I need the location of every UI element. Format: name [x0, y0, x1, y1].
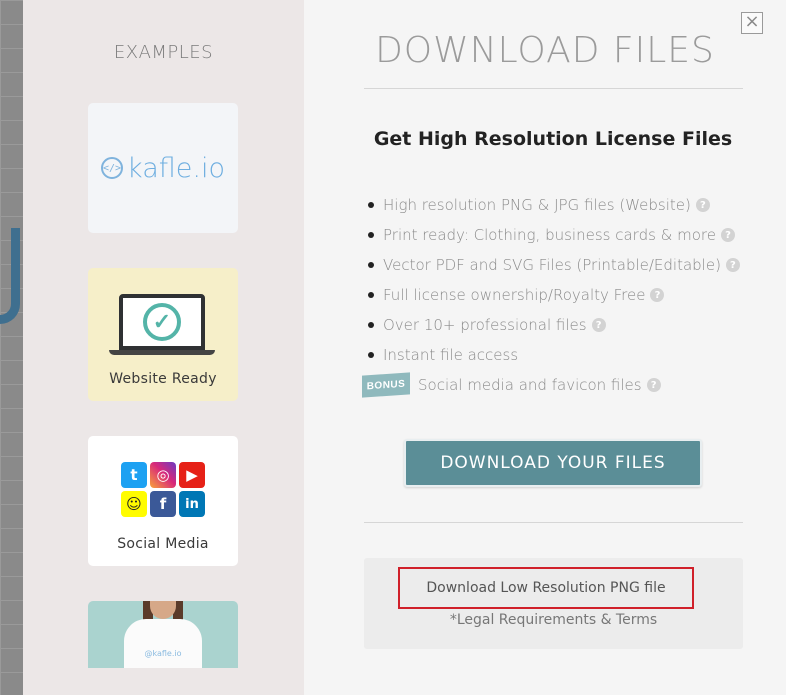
bullet-icon [368, 202, 374, 208]
close-button[interactable]: × [741, 12, 763, 34]
shirt-print: @kafle.io [144, 649, 182, 658]
instagram-icon: ◎ [150, 462, 176, 488]
feature-item: Full license ownership/Royalty Free ? [364, 280, 740, 310]
divider [364, 522, 743, 523]
feature-item: High resolution PNG & JPG files (Website… [364, 190, 740, 220]
code-icon: </> [101, 157, 124, 179]
help-icon[interactable]: ? [591, 318, 606, 332]
bullet-icon [368, 322, 374, 328]
facebook-icon: f [150, 491, 176, 517]
divider [364, 88, 743, 89]
bullet-icon [368, 352, 374, 358]
download-low-res-link[interactable]: Download Low Resolution PNG file [398, 567, 694, 609]
help-icon[interactable]: ? [646, 378, 661, 392]
feature-item: Instant file access [364, 340, 740, 370]
card-caption: Website Ready [109, 371, 217, 387]
checkmark-icon: ✓ [143, 303, 181, 341]
help-icon[interactable]: ? [721, 228, 735, 242]
feature-list: High resolution PNG & JPG files (Website… [364, 190, 740, 370]
logo-text: kafle.io [127, 152, 225, 184]
feature-text: Instant file access [383, 346, 519, 364]
logo: </> kafle.io [101, 153, 225, 184]
feature-text: High resolution PNG & JPG files (Website… [383, 196, 691, 214]
example-card-social-media: t ◎ ▶ ☺ f in Social Media [88, 436, 238, 566]
examples-title: EXAMPLES [113, 42, 214, 63]
social-icons-grid: t ◎ ▶ ☺ f in [121, 462, 205, 517]
youtube-icon: ▶ [179, 462, 205, 488]
feature-item: Print ready: Clothing, business cards & … [364, 220, 740, 250]
laptop-icon: ✓ [119, 294, 205, 350]
bullet-icon [368, 292, 374, 298]
feature-text: Print ready: Clothing, business cards & … [383, 226, 716, 244]
download-files-button[interactable]: DOWNLOAD YOUR FILES [404, 439, 702, 487]
card-caption: Social Media [117, 536, 209, 552]
help-icon[interactable]: ? [725, 258, 740, 272]
download-modal: EXAMPLES </> kafle.io ✓ Website Ready t … [23, 0, 786, 695]
twitter-icon: t [121, 462, 147, 488]
feature-text: Over 10+ professional files [383, 316, 587, 334]
page-title: DOWNLOAD FILES [375, 30, 715, 71]
section-subtitle: Get High Resolution License Files [373, 128, 733, 150]
feature-item: Vector PDF and SVG Files (Printable/Edit… [364, 250, 740, 280]
legal-terms-link[interactable]: *Legal Requirements & Terms [364, 612, 743, 628]
help-icon[interactable]: ? [650, 288, 665, 302]
laptop-base [109, 350, 215, 355]
bonus-badge: BONUS [362, 372, 410, 398]
bonus-feature: BONUS Social media and favicon files ? [362, 372, 661, 398]
background-letter-shape [0, 228, 20, 324]
bullet-icon [368, 232, 374, 238]
help-icon[interactable]: ? [695, 198, 710, 212]
example-card-logo: </> kafle.io [88, 103, 238, 233]
snapchat-icon: ☺ [121, 491, 147, 517]
examples-panel: EXAMPLES </> kafle.io ✓ Website Ready t … [23, 0, 304, 695]
feature-text: Full license ownership/Royalty Free [383, 286, 646, 304]
low-res-section: Download Low Resolution PNG file *Legal … [364, 558, 743, 649]
bonus-text: Social media and favicon files [418, 376, 642, 394]
feature-item: Over 10+ professional files ? [364, 310, 740, 340]
example-card-tshirt: @kafle.io [88, 601, 238, 668]
linkedin-icon: in [179, 491, 205, 517]
bullet-icon [368, 262, 374, 268]
tshirt-image: @kafle.io [124, 619, 202, 668]
example-card-website: ✓ Website Ready [88, 268, 238, 401]
feature-text: Vector PDF and SVG Files (Printable/Edit… [383, 256, 721, 274]
download-content: DOWNLOAD FILES Get High Resolution Licen… [304, 0, 786, 695]
